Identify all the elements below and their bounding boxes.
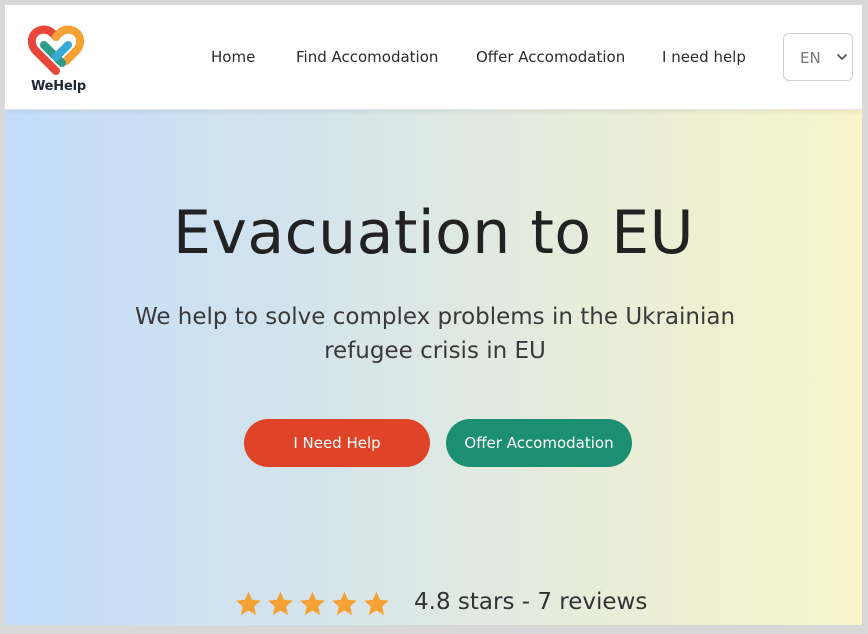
nav-offer-accomodation[interactable]: Offer Accomodation	[476, 48, 625, 66]
nav-find-accomodation[interactable]: Find Accomodation	[296, 48, 438, 66]
i-need-help-button[interactable]: I Need Help	[244, 419, 430, 467]
star-icon	[236, 591, 261, 616]
hero-subtitle: We help to solve complex problems in the…	[134, 304, 736, 364]
star-icon	[268, 591, 293, 616]
navbar: WeHelp Home Find Accomodation Offer Acco…	[5, 5, 862, 110]
language-selected: EN	[800, 49, 821, 67]
star-icon	[332, 591, 357, 616]
offer-accomodation-button[interactable]: Offer Accomodation	[446, 419, 632, 467]
star-icon	[300, 591, 325, 616]
brand-name: WeHelp	[31, 79, 86, 94]
hero-section: Evacuation to EU We help to solve comple…	[5, 110, 862, 625]
nav-i-need-help[interactable]: I need help	[662, 48, 746, 66]
language-select[interactable]: EN	[783, 33, 853, 81]
star-icon	[364, 591, 389, 616]
rating-stars	[234, 590, 391, 620]
browser-viewport: WeHelp Home Find Accomodation Offer Acco…	[5, 5, 862, 625]
rating-summary: 4.8 stars - 7 reviews	[414, 589, 648, 615]
chevron-down-icon	[837, 54, 847, 60]
nav-home[interactable]: Home	[211, 48, 255, 66]
hero-title: Evacuation to EU	[172, 198, 695, 268]
brand-logo[interactable]: WeHelp	[25, 25, 91, 95]
heart-logo-icon	[28, 25, 84, 75]
